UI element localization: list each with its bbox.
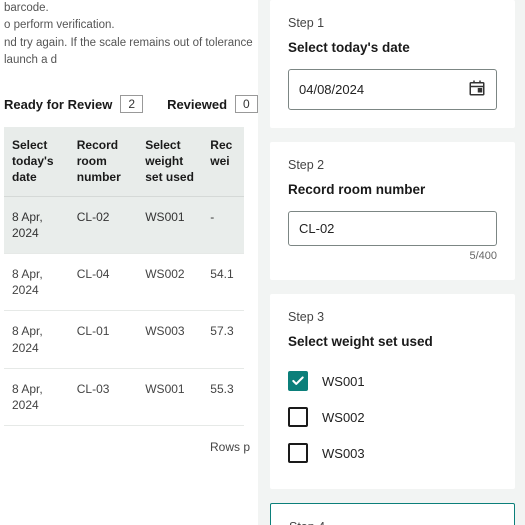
date-value: 04/08/2024	[299, 82, 364, 97]
checkbox[interactable]	[288, 443, 308, 463]
char-counter: 5/400	[288, 250, 497, 262]
ready-for-review-status[interactable]: Ready for Review 2	[4, 95, 143, 113]
cell-date: 8 Apr, 2024	[4, 311, 69, 368]
reviewed-label: Reviewed	[167, 97, 227, 112]
room-value: CL-02	[299, 221, 334, 236]
step-1-card: Step 1 Select today's date 04/08/2024	[270, 0, 515, 128]
rows-per-page-label: Rows p	[4, 426, 258, 454]
cell-rec: 55.3	[202, 368, 244, 425]
weight-set-option[interactable]: WS001	[288, 363, 497, 399]
records-table: Select today's date Record room number S…	[4, 127, 244, 426]
step-4-card: Step 4 Record weight 56.1	[270, 503, 515, 525]
records-panel: barcode. o perform verification. nd try …	[0, 0, 258, 525]
table-row[interactable]: 8 Apr, 2024CL-01WS00357.3	[4, 311, 244, 368]
instr-line: o perform verification.	[4, 17, 258, 34]
cell-wset: WS001	[137, 368, 202, 425]
instr-line: barcode.	[4, 0, 258, 17]
cell-wset: WS001	[137, 196, 202, 253]
step-title: Record room number	[288, 182, 497, 197]
date-input[interactable]: 04/08/2024	[288, 69, 497, 110]
cell-room: CL-03	[69, 368, 137, 425]
review-status-bar: Ready for Review 2 Reviewed 0	[4, 77, 258, 127]
cell-room: CL-04	[69, 253, 137, 310]
reviewed-count: 0	[235, 95, 258, 113]
step-3-card: Step 3 Select weight set used WS001 WS002…	[270, 294, 515, 489]
col-date[interactable]: Select today's date	[4, 127, 69, 196]
table-row[interactable]: 8 Apr, 2024CL-02WS001-	[4, 196, 244, 253]
cell-rec: 57.3	[202, 311, 244, 368]
cell-date: 8 Apr, 2024	[4, 196, 69, 253]
room-number-input[interactable]: CL-02	[288, 211, 497, 246]
step-label: Step 3	[288, 310, 497, 324]
checkbox-label: WS002	[322, 410, 365, 425]
table-row[interactable]: 8 Apr, 2024CL-04WS00254.1	[4, 253, 244, 310]
ready-label: Ready for Review	[4, 97, 112, 112]
cell-wset: WS002	[137, 253, 202, 310]
table-row[interactable]: 8 Apr, 2024CL-03WS00155.3	[4, 368, 244, 425]
step-label: Step 4	[289, 520, 496, 525]
cell-rec: -	[202, 196, 244, 253]
weight-set-option[interactable]: WS002	[288, 399, 497, 435]
step-title: Select today's date	[288, 40, 497, 55]
col-room[interactable]: Record room number	[69, 127, 137, 196]
step-label: Step 2	[288, 158, 497, 172]
weight-set-option[interactable]: WS003	[288, 435, 497, 471]
instructions-text: barcode. o perform verification. nd try …	[4, 0, 258, 77]
cell-wset: WS003	[137, 311, 202, 368]
instr-line: nd try again. If the scale remains out o…	[4, 35, 258, 70]
col-record-weight[interactable]: Rec wei	[202, 127, 244, 196]
step-label: Step 1	[288, 16, 497, 30]
step-2-card: Step 2 Record room number CL-02 5/400	[270, 142, 515, 280]
checkbox-label: WS003	[322, 446, 365, 461]
cell-date: 8 Apr, 2024	[4, 253, 69, 310]
form-panel: Step 1 Select today's date 04/08/2024 St…	[258, 0, 525, 525]
cell-rec: 54.1	[202, 253, 244, 310]
cell-room: CL-01	[69, 311, 137, 368]
calendar-icon[interactable]	[468, 79, 486, 100]
cell-date: 8 Apr, 2024	[4, 368, 69, 425]
cell-room: CL-02	[69, 196, 137, 253]
ready-count: 2	[120, 95, 143, 113]
col-weight-set[interactable]: Select weight set used	[137, 127, 202, 196]
reviewed-status[interactable]: Reviewed 0	[167, 95, 258, 113]
step-title: Select weight set used	[288, 334, 497, 349]
checkbox[interactable]	[288, 371, 308, 391]
checkbox-label: WS001	[322, 374, 365, 389]
checkbox[interactable]	[288, 407, 308, 427]
